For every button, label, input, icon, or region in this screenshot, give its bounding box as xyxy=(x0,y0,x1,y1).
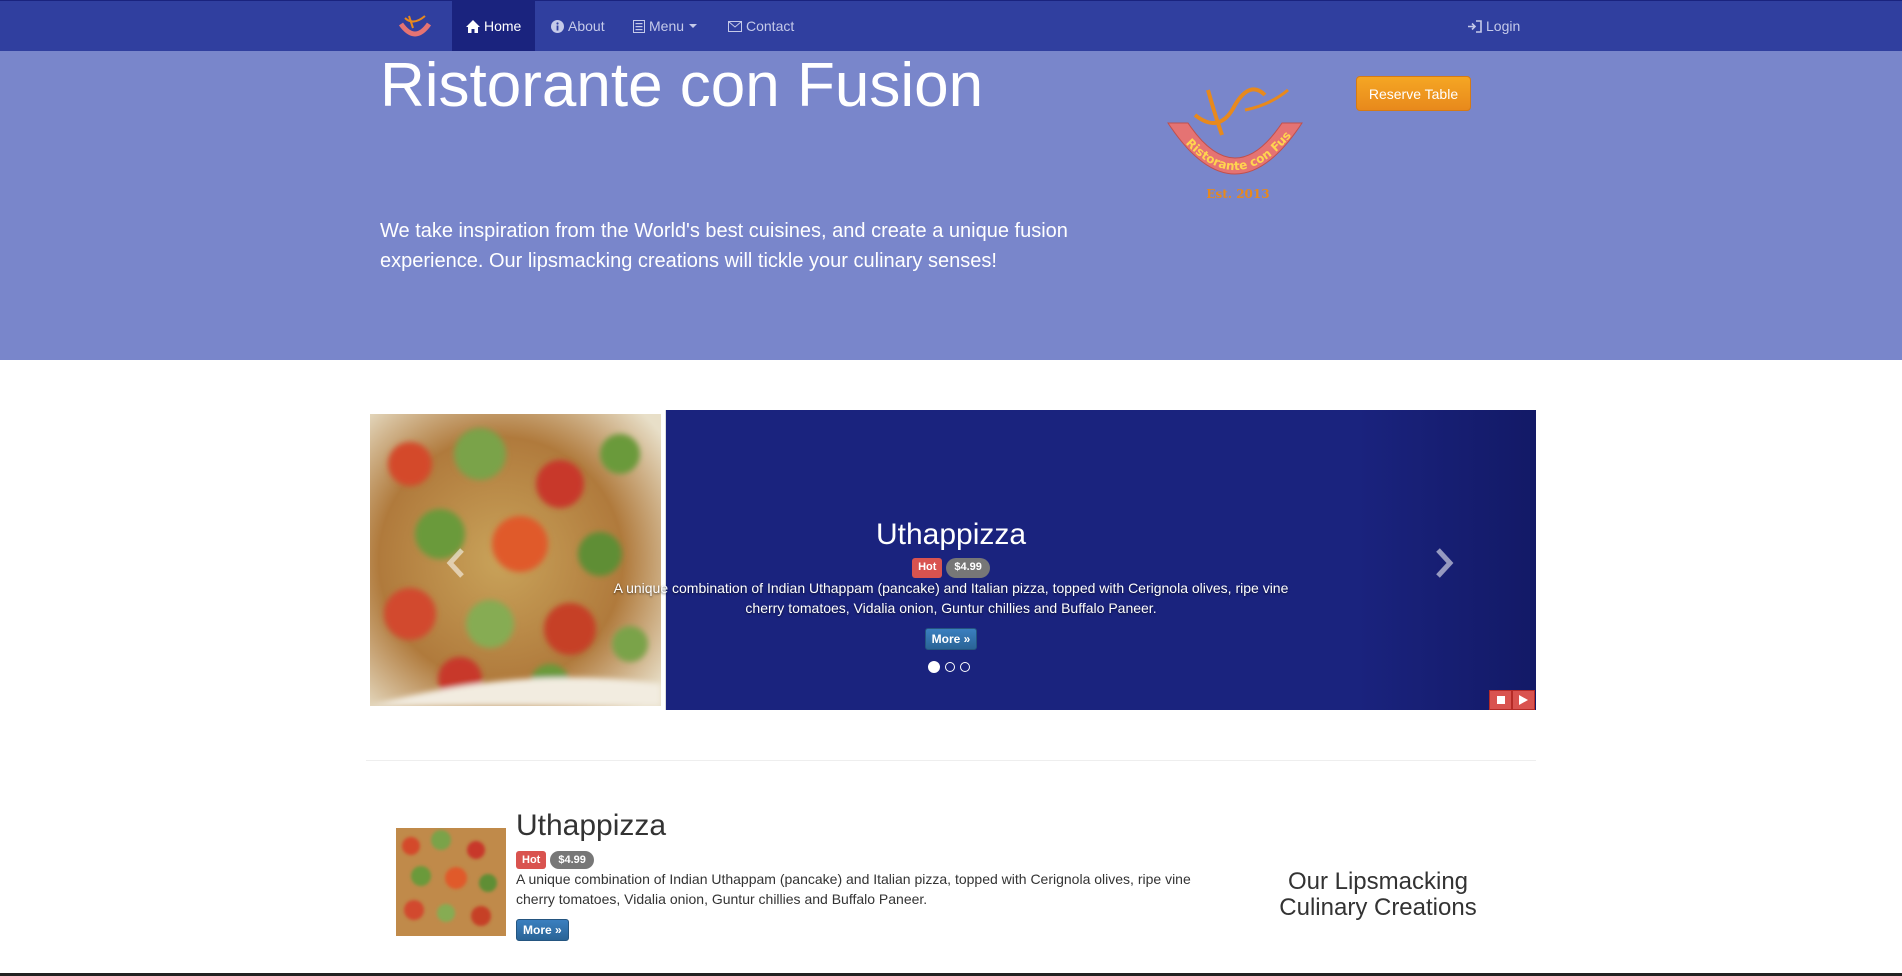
envelope-icon xyxy=(728,20,742,32)
price-badge: $4.99 xyxy=(946,558,990,578)
carousel-title: Uthappizza xyxy=(875,518,1027,551)
nav-item-label: Home xyxy=(484,18,522,34)
dish-title: Uthappizza xyxy=(516,809,667,842)
carousel-badges: Hot $4.99 xyxy=(596,558,1306,578)
chevron-left-icon[interactable] xyxy=(446,548,466,578)
info-icon xyxy=(551,19,564,33)
carousel: Uthappizza Hot $4.99 A unique combinatio… xyxy=(366,410,1536,710)
restaurant-logo-large: Ristorante con Fusion Est. 2013 xyxy=(1160,75,1303,201)
pizza-thumbnail xyxy=(396,828,506,936)
nav-item-label: Menu xyxy=(649,18,685,34)
section-divider xyxy=(366,760,1536,761)
nav-item-home[interactable]: Home xyxy=(452,1,536,51)
carousel-description: A unique combination of Indian Uthappam … xyxy=(613,580,1289,616)
nav-item-contact[interactable]: Contact xyxy=(714,1,808,51)
nav-item-menu[interactable]: Menu xyxy=(619,1,711,51)
chevron-right-icon[interactable] xyxy=(1434,548,1454,578)
carousel-more-wrap: More » xyxy=(596,628,1306,650)
carousel-indicator-1[interactable] xyxy=(928,661,940,673)
nav-item-label: Contact xyxy=(746,18,795,34)
carousel-indicator-2[interactable] xyxy=(945,662,955,672)
carousel-indicators xyxy=(928,661,970,673)
dish-badges: Hot $4.99 xyxy=(516,851,594,869)
carousel-pause-button[interactable] xyxy=(1489,690,1512,710)
carousel-play-button[interactable] xyxy=(1512,690,1535,710)
login-icon xyxy=(1468,19,1482,33)
dish-description: A unique combination of Indian Uthappam … xyxy=(516,871,1191,907)
stop-icon xyxy=(1496,696,1505,704)
jumbotron-text: We take inspiration from the World's bes… xyxy=(380,220,1068,272)
hot-badge: Hot xyxy=(912,558,943,578)
dish-more-wrap: More » xyxy=(516,919,569,941)
play-icon xyxy=(1519,695,1528,705)
logo-est: Est. 2013 xyxy=(1206,187,1269,201)
price-badge: $4.99 xyxy=(550,851,594,869)
hot-badge: Hot xyxy=(516,851,547,869)
nav-item-about[interactable]: About xyxy=(537,1,619,51)
login-link[interactable]: Login xyxy=(1454,1,1534,51)
reserve-table-button[interactable]: Reserve Table xyxy=(1356,76,1471,111)
dish-thumbnail xyxy=(396,828,506,936)
nav-item-label: About xyxy=(568,18,605,34)
login-label: Login xyxy=(1486,18,1521,34)
section-heading: Our Lipsmacking Culinary Creations xyxy=(1279,868,1477,921)
dish-more-button[interactable]: More » xyxy=(516,919,569,941)
page-title: Ristorante con Fusion xyxy=(380,51,984,120)
list-icon xyxy=(633,19,645,33)
navbar: Home About Menu Contact Login xyxy=(0,0,1902,51)
chevron-down-icon xyxy=(689,24,698,28)
jumbotron: Ristorante con Fusion We take inspiratio… xyxy=(0,51,1902,360)
carousel-indicator-3[interactable] xyxy=(960,662,970,672)
carousel-more-button[interactable]: More » xyxy=(924,628,978,650)
home-icon xyxy=(466,19,480,33)
restaurant-logo[interactable] xyxy=(395,12,435,42)
